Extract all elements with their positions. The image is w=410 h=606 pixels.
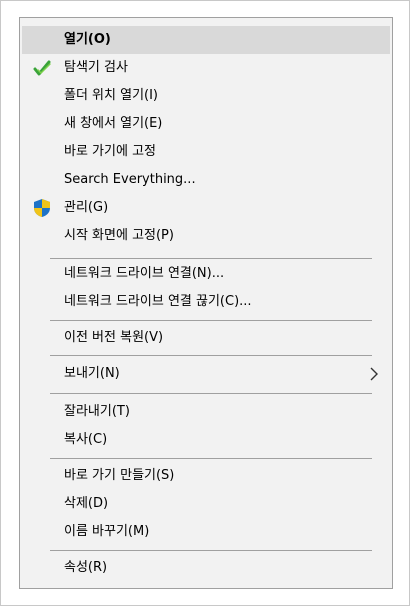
separator <box>50 355 372 356</box>
menu-item-open-new-window[interactable]: 새 창에서 열기(E) <box>22 110 390 138</box>
separator <box>50 550 372 551</box>
menu-item-search-everything[interactable]: Search Everything... <box>22 166 390 194</box>
menu-item-label: 새 창에서 열기(E) <box>64 116 163 131</box>
separator <box>50 458 372 459</box>
menu-item-copy[interactable]: 복사(C) <box>22 426 390 454</box>
green-checkmark-scan-icon <box>32 58 52 78</box>
menu-item-map-network-drive[interactable]: 네트워크 드라이브 연결(N)... <box>22 260 390 288</box>
menu-item-label: 네트워크 드라이브 연결(N)... <box>64 266 225 281</box>
menu-item-label: 바로 가기에 고정 <box>64 144 156 159</box>
menu-item-cut[interactable]: 잘라내기(T) <box>22 398 390 426</box>
menu-item-open[interactable]: 열기(O) <box>22 26 390 54</box>
menu-item-label: 복사(C) <box>64 432 108 447</box>
menu-item-label: 바로 가기 만들기(S) <box>64 468 175 483</box>
menu-item-delete[interactable]: 삭제(D) <box>22 490 390 518</box>
menu-item-label: 잘라내기(T) <box>64 404 130 419</box>
menu-item-label: 열기(O) <box>64 32 111 47</box>
menu-item-explorer-scan[interactable]: 탐색기 검사 <box>22 54 390 82</box>
menu-item-label: Search Everything... <box>64 172 196 187</box>
separator <box>50 258 372 259</box>
window-frame: 열기(O) 탐색기 검사 폴더 위치 열기(I) 새 창에서 열기(E) 바로 … <box>0 0 410 606</box>
menu-item-label: 시작 화면에 고정(P) <box>64 228 174 243</box>
menu-item-label: 네트워크 드라이브 연결 끊기(C)... <box>64 294 252 309</box>
menu-item-send-to[interactable]: 보내기(N) <box>22 360 390 388</box>
menu-item-properties[interactable]: 속성(R) <box>22 554 390 582</box>
uac-shield-icon <box>32 198 52 218</box>
menu-item-label: 이전 버전 복원(V) <box>64 330 164 345</box>
menu-item-pin-quick-access[interactable]: 바로 가기에 고정 <box>22 138 390 166</box>
context-menu: 열기(O) 탐색기 검사 폴더 위치 열기(I) 새 창에서 열기(E) 바로 … <box>19 17 393 589</box>
menu-item-label: 보내기(N) <box>64 366 120 381</box>
menu-item-label: 속성(R) <box>64 560 108 575</box>
menu-item-open-folder-location[interactable]: 폴더 위치 열기(I) <box>22 82 390 110</box>
chevron-right-icon <box>368 366 380 382</box>
menu-item-label: 관리(G) <box>64 200 109 215</box>
menu-item-create-shortcut[interactable]: 바로 가기 만들기(S) <box>22 462 390 490</box>
menu-item-manage[interactable]: 관리(G) <box>22 194 390 222</box>
menu-item-rename[interactable]: 이름 바꾸기(M) <box>22 518 390 546</box>
menu-item-disconnect-network-drive[interactable]: 네트워크 드라이브 연결 끊기(C)... <box>22 288 390 316</box>
separator <box>50 393 372 394</box>
menu-item-label: 탐색기 검사 <box>64 60 128 75</box>
menu-item-restore-previous[interactable]: 이전 버전 복원(V) <box>22 324 390 352</box>
menu-item-label: 삭제(D) <box>64 496 109 511</box>
menu-item-label: 폴더 위치 열기(I) <box>64 88 159 103</box>
menu-item-label: 이름 바꾸기(M) <box>64 524 150 539</box>
separator <box>50 320 372 321</box>
menu-item-pin-start[interactable]: 시작 화면에 고정(P) <box>22 222 390 250</box>
